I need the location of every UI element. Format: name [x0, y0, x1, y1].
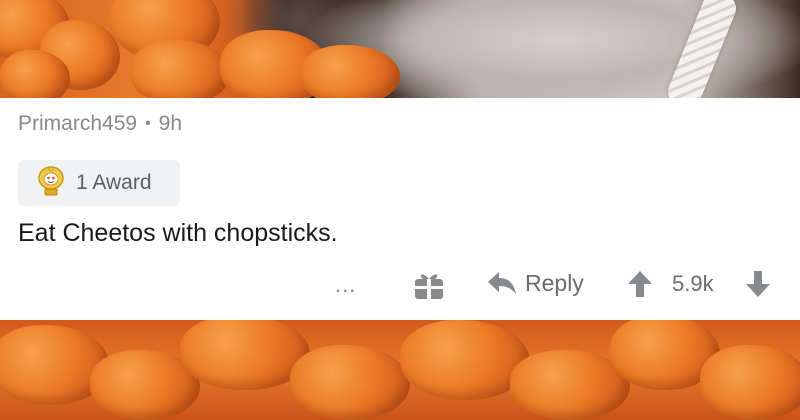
- photo-top: [0, 0, 800, 98]
- comment-card: Primarch459 • 9h 1 Award Eat Cheetos wit…: [0, 98, 800, 320]
- upvote-arrow-icon[interactable]: [627, 270, 653, 303]
- comment-body: Eat Cheetos with chopsticks.: [18, 219, 338, 247]
- reply-arrow-icon: [488, 272, 516, 294]
- meta-separator: •: [145, 115, 151, 132]
- comment-age: 9h: [158, 112, 183, 135]
- reply-button[interactable]: Reply: [487, 266, 584, 300]
- cheeto-puff: [130, 40, 230, 98]
- vote-score: 5.9k: [672, 271, 714, 296]
- downvote-arrow-icon[interactable]: [745, 270, 771, 303]
- award-label: 1 Award: [76, 171, 152, 194]
- more-options-button[interactable]: ...: [335, 272, 356, 298]
- award-badge[interactable]: 1 Award: [18, 160, 180, 206]
- comment-meta: Primarch459 • 9h: [18, 112, 182, 136]
- cheeto-puff: [300, 45, 400, 98]
- cheeto-puff: [700, 345, 800, 420]
- rope: [663, 0, 741, 98]
- cheeto-puff: [290, 345, 410, 420]
- award-medal-icon: [36, 165, 66, 202]
- comment-action-bar: ... Reply 5.9k: [0, 266, 800, 306]
- username[interactable]: Primarch459: [18, 112, 137, 136]
- gift-icon[interactable]: [412, 269, 446, 306]
- reply-label: Reply: [525, 269, 584, 296]
- photo-bottom: [0, 320, 800, 420]
